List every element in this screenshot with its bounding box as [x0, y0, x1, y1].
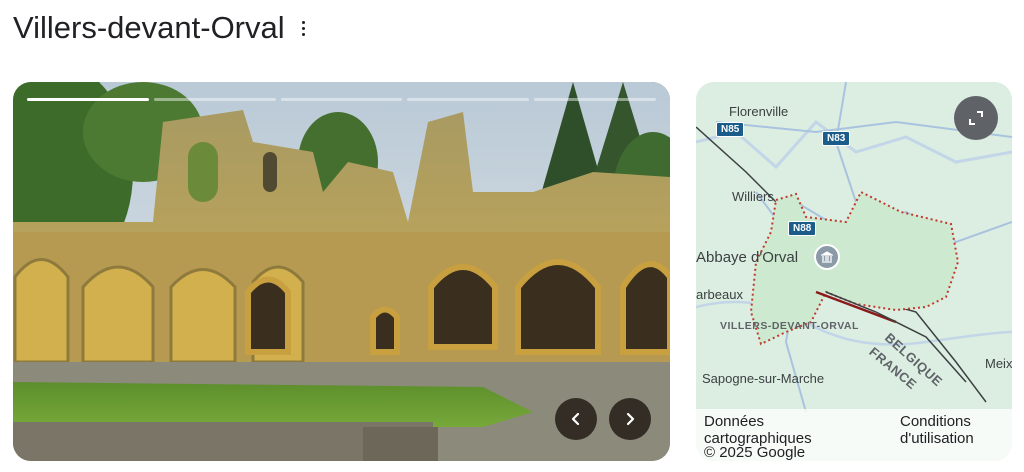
map-card[interactable]: Florenville N85 N83 Williers N88 Abbaye …: [696, 82, 1012, 461]
map-label-sapogne: Sapogne-sur-Marche: [702, 371, 825, 386]
map-label-meix: Meix: [985, 356, 1012, 371]
map-canvas: [696, 82, 1012, 461]
map-footer: Données cartographiques Conditions d'uti…: [696, 409, 1012, 461]
terms-link[interactable]: Conditions d'utilisation: [900, 413, 1010, 447]
photo-carousel[interactable]: [13, 82, 670, 461]
road-n85: N85: [716, 122, 745, 137]
map-label-florenville: Florenville: [729, 104, 789, 119]
monument-icon[interactable]: [814, 244, 840, 270]
slide-progress: [27, 98, 656, 101]
road-n83: N83: [822, 131, 851, 146]
map-label-williers: Williers: [732, 189, 774, 204]
chevron-right-icon[interactable]: [609, 398, 651, 440]
copyright-text: © 2025 Google: [704, 444, 806, 461]
map-label-villers: VILLERS-DEVANT-ORVAL: [720, 320, 859, 332]
map-label-abbaye[interactable]: Abbaye d'Orval: [696, 249, 798, 266]
page-title: Villers-devant-Orval: [13, 10, 285, 45]
map-label-arbeaux: arbeaux: [696, 287, 743, 302]
map-data-link[interactable]: Données cartographiques: [704, 413, 854, 447]
road-n88: N88: [788, 221, 817, 236]
title-row: Villers-devant-Orval: [13, 6, 309, 50]
chevron-left-icon[interactable]: [555, 398, 597, 440]
expand-icon[interactable]: [954, 96, 998, 140]
more-vert-icon[interactable]: [299, 17, 309, 39]
